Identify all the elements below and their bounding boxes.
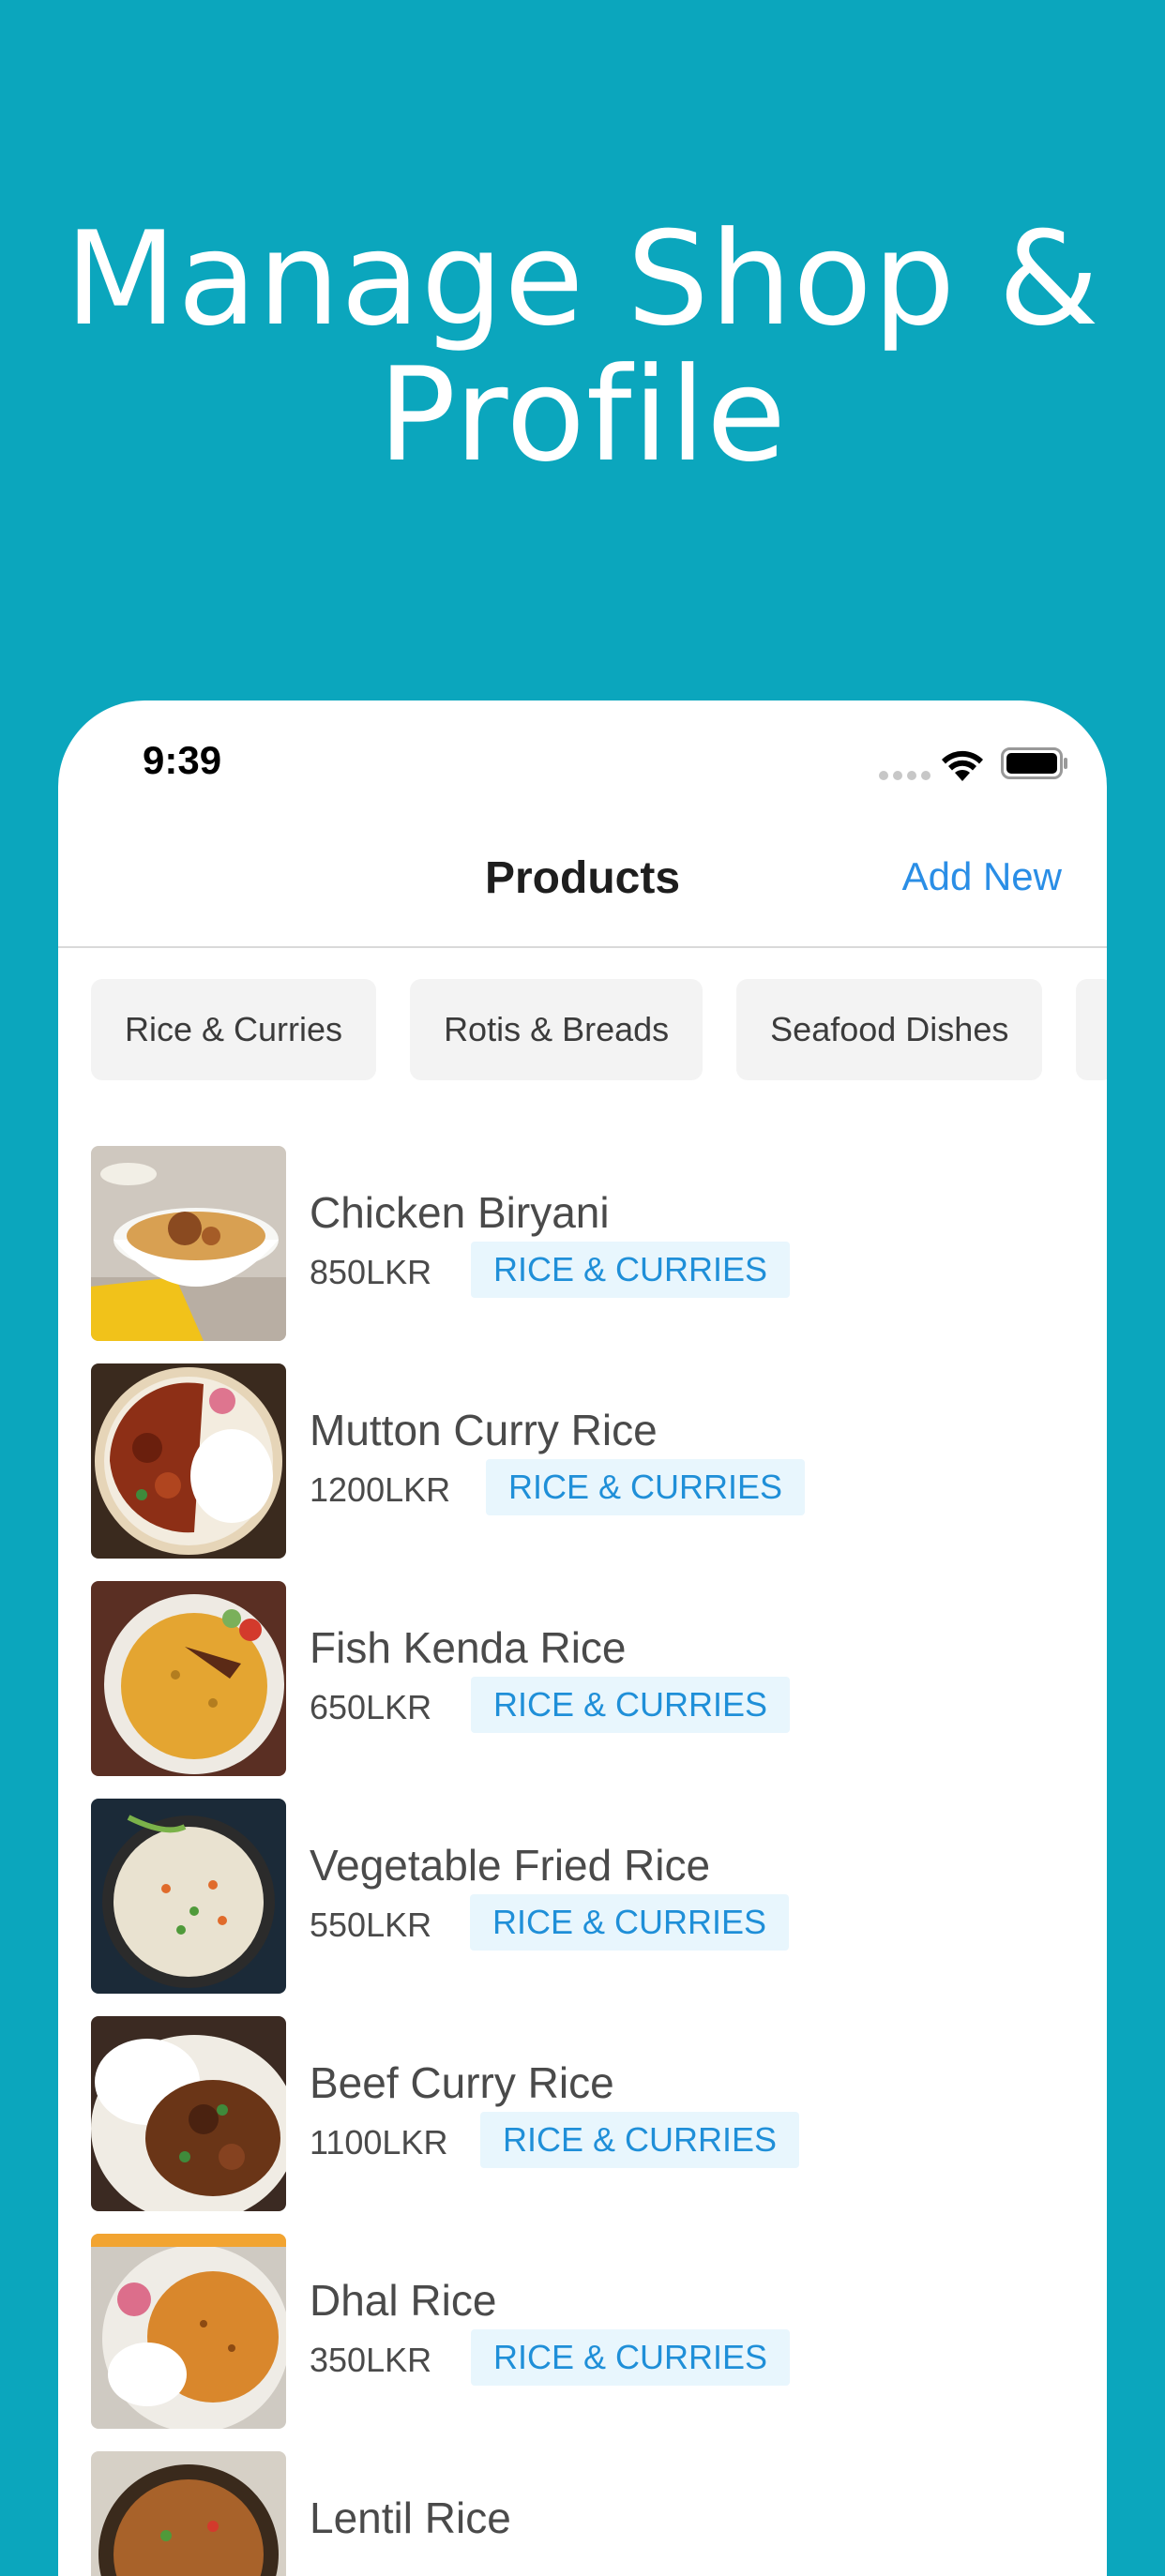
category-chip-rotis-breads[interactable]: Rotis & Breads xyxy=(410,979,704,1080)
headline-line-2: Profile xyxy=(377,339,788,490)
battery-icon xyxy=(1001,747,1067,779)
product-name: Dhal Rice xyxy=(310,2276,497,2325)
product-image xyxy=(91,2016,286,2211)
product-name: Beef Curry Rice xyxy=(310,2058,614,2107)
category-badge: RICE & CURRIES xyxy=(471,1677,791,1733)
product-price: 650LKR xyxy=(310,1688,432,1726)
product-price: 550LKR xyxy=(310,1906,432,1944)
category-chip-rice-curries[interactable]: Rice & Curries xyxy=(91,979,377,1080)
status-bar: 9:39 xyxy=(58,700,1107,813)
product-image xyxy=(91,2451,286,2576)
product-list: Chicken Biryani 850LKR RICE & CURRIES Mu… xyxy=(91,1146,1107,2576)
category-badge: RICE & CURRIES xyxy=(471,1242,791,1298)
product-name: Fish Kenda Rice xyxy=(310,1623,627,1672)
wifi-icon xyxy=(942,750,983,781)
list-item[interactable]: Vegetable Fried Rice 550LKR RICE & CURRI… xyxy=(91,1799,1107,2016)
list-item[interactable]: Dhal Rice 350LKR RICE & CURRIES xyxy=(91,2234,1107,2451)
product-price: 850LKR xyxy=(310,1253,432,1291)
product-price: 1200LKR xyxy=(310,1470,451,1509)
phone-frame: 9:39 Products Add New Rice & Curries Rot… xyxy=(58,700,1107,2576)
product-name: Chicken Biryani xyxy=(310,1188,610,1237)
list-item[interactable]: Fish Kenda Rice 650LKR RICE & CURRIES xyxy=(91,1581,1107,1799)
promo-headline: Manage Shop & Profile xyxy=(0,211,1165,483)
category-badge: RICE & CURRIES xyxy=(471,2329,791,2386)
category-filter-bar: Rice & Curries Rotis & Breads Seafood Di… xyxy=(91,979,1107,1080)
product-image xyxy=(91,1146,286,1341)
category-badge: RICE & CURRIES xyxy=(486,1459,806,1515)
product-price: 1100LKR xyxy=(310,2123,448,2162)
list-item[interactable]: Chicken Biryani 850LKR RICE & CURRIES xyxy=(91,1146,1107,1363)
product-name: Mutton Curry Rice xyxy=(310,1406,658,1454)
product-price: 350LKR xyxy=(310,2341,432,2379)
product-image xyxy=(91,1581,286,1776)
category-chip-more[interactable] xyxy=(1076,979,1107,1080)
product-image xyxy=(91,1363,286,1559)
category-chip-seafood-dishes[interactable]: Seafood Dishes xyxy=(736,979,1043,1080)
status-time: 9:39 xyxy=(143,738,222,782)
add-new-button[interactable]: Add New xyxy=(902,854,1062,899)
navigation-bar: Products Add New xyxy=(58,813,1107,948)
product-name: Vegetable Fried Rice xyxy=(310,1841,711,1890)
category-badge: RICE & CURRIES xyxy=(470,1894,790,1951)
category-badge: RICE & CURRIES xyxy=(480,2112,800,2168)
product-image xyxy=(91,1799,286,1994)
list-item[interactable]: Mutton Curry Rice 1200LKR RICE & CURRIES xyxy=(91,1363,1107,1581)
headline-line-1: Manage Shop & xyxy=(65,203,1100,354)
list-item[interactable]: Beef Curry Rice 1100LKR RICE & CURRIES xyxy=(91,2016,1107,2234)
product-name: Lentil Rice xyxy=(310,2493,511,2542)
list-item[interactable]: Lentil Rice xyxy=(91,2451,1107,2576)
cellular-signal-icon xyxy=(879,771,930,780)
product-image xyxy=(91,2234,286,2429)
